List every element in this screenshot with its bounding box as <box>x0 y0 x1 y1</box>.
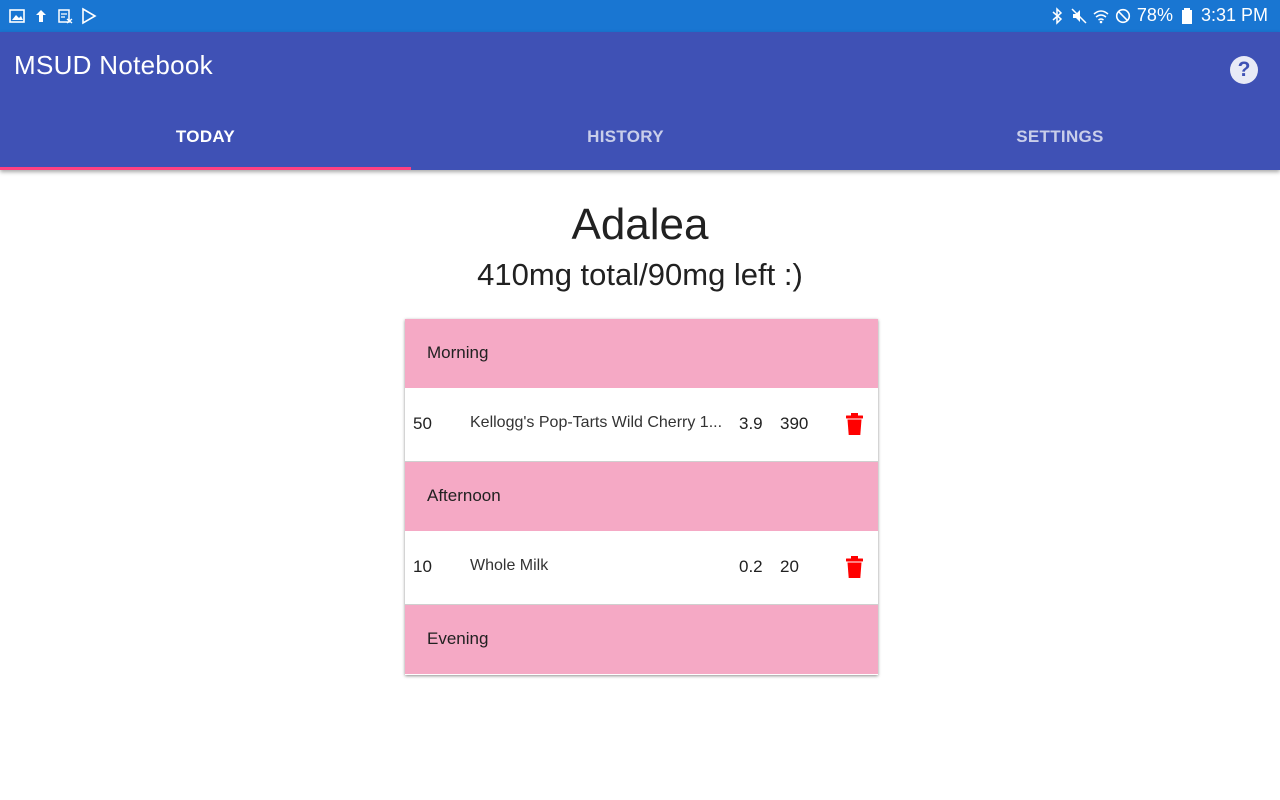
delete-entry-button[interactable] <box>846 413 863 435</box>
tab-indicator <box>0 167 411 170</box>
trash-icon <box>846 413 863 435</box>
battery-icon <box>1181 7 1192 24</box>
app-bar: MSUD Notebook ? TODAY HISTORY SETTINGS <box>0 32 1280 170</box>
system-status: 78% 3:31 PM <box>1049 5 1268 26</box>
tab-history[interactable]: HISTORY <box>411 102 840 170</box>
log-entry[interactable]: 50 Kellogg's Pop-Tarts Wild Cherry 1... … <box>405 388 878 462</box>
battery-percent: 78% <box>1136 5 1173 25</box>
bluetooth-icon <box>1052 6 1063 25</box>
clock: 3:31 PM <box>1200 5 1268 25</box>
wifi-icon <box>1093 9 1109 23</box>
app-title: MSUD Notebook <box>14 50 213 80</box>
mute-icon <box>1071 7 1087 24</box>
section-label: Evening <box>427 629 489 648</box>
tab-settings[interactable]: SETTINGS <box>840 102 1280 170</box>
tab-bar: TODAY HISTORY SETTINGS <box>0 102 1280 170</box>
status-bar: 78% 3:31 PM <box>0 0 1280 32</box>
entry-leucine-total: 390 <box>780 414 809 433</box>
patient-name: Adalea <box>571 200 709 249</box>
section-header-morning: Morning <box>405 319 878 388</box>
entry-quantity: 10 <box>413 557 432 576</box>
entry-leucine-per-unit: 0.2 <box>739 557 763 576</box>
log-entry[interactable]: 10 Whole Milk 0.2 20 <box>405 531 878 605</box>
play-store-icon <box>82 7 97 25</box>
section-header-evening: Evening <box>405 605 878 674</box>
section-label: Afternoon <box>427 486 501 505</box>
section-header-afternoon: Afternoon <box>405 462 878 531</box>
upload-icon <box>36 10 46 22</box>
section-label: Morning <box>427 343 489 362</box>
entry-quantity: 50 <box>413 414 432 433</box>
notification-icons <box>9 7 97 25</box>
entry-leucine-total: 20 <box>780 557 799 576</box>
image-icon <box>9 9 25 23</box>
entry-food-name: Whole Milk <box>470 557 549 574</box>
help-button[interactable]: ? <box>1230 56 1258 84</box>
delete-entry-button[interactable] <box>846 556 863 578</box>
tab-today[interactable]: TODAY <box>0 102 411 170</box>
trash-icon <box>846 556 863 578</box>
entry-leucine-per-unit: 3.9 <box>739 414 763 433</box>
leucine-summary: 410mg total/90mg left :) <box>477 257 803 292</box>
entry-food-name: Kellogg's Pop-Tarts Wild Cherry 1... <box>470 414 723 431</box>
help-icon: ? <box>1237 58 1251 81</box>
calendar-icon <box>58 9 73 24</box>
dnd-icon <box>1115 8 1131 23</box>
daily-log: Morning 50 Kellogg's Pop-Tarts Wild Cher… <box>405 319 878 675</box>
